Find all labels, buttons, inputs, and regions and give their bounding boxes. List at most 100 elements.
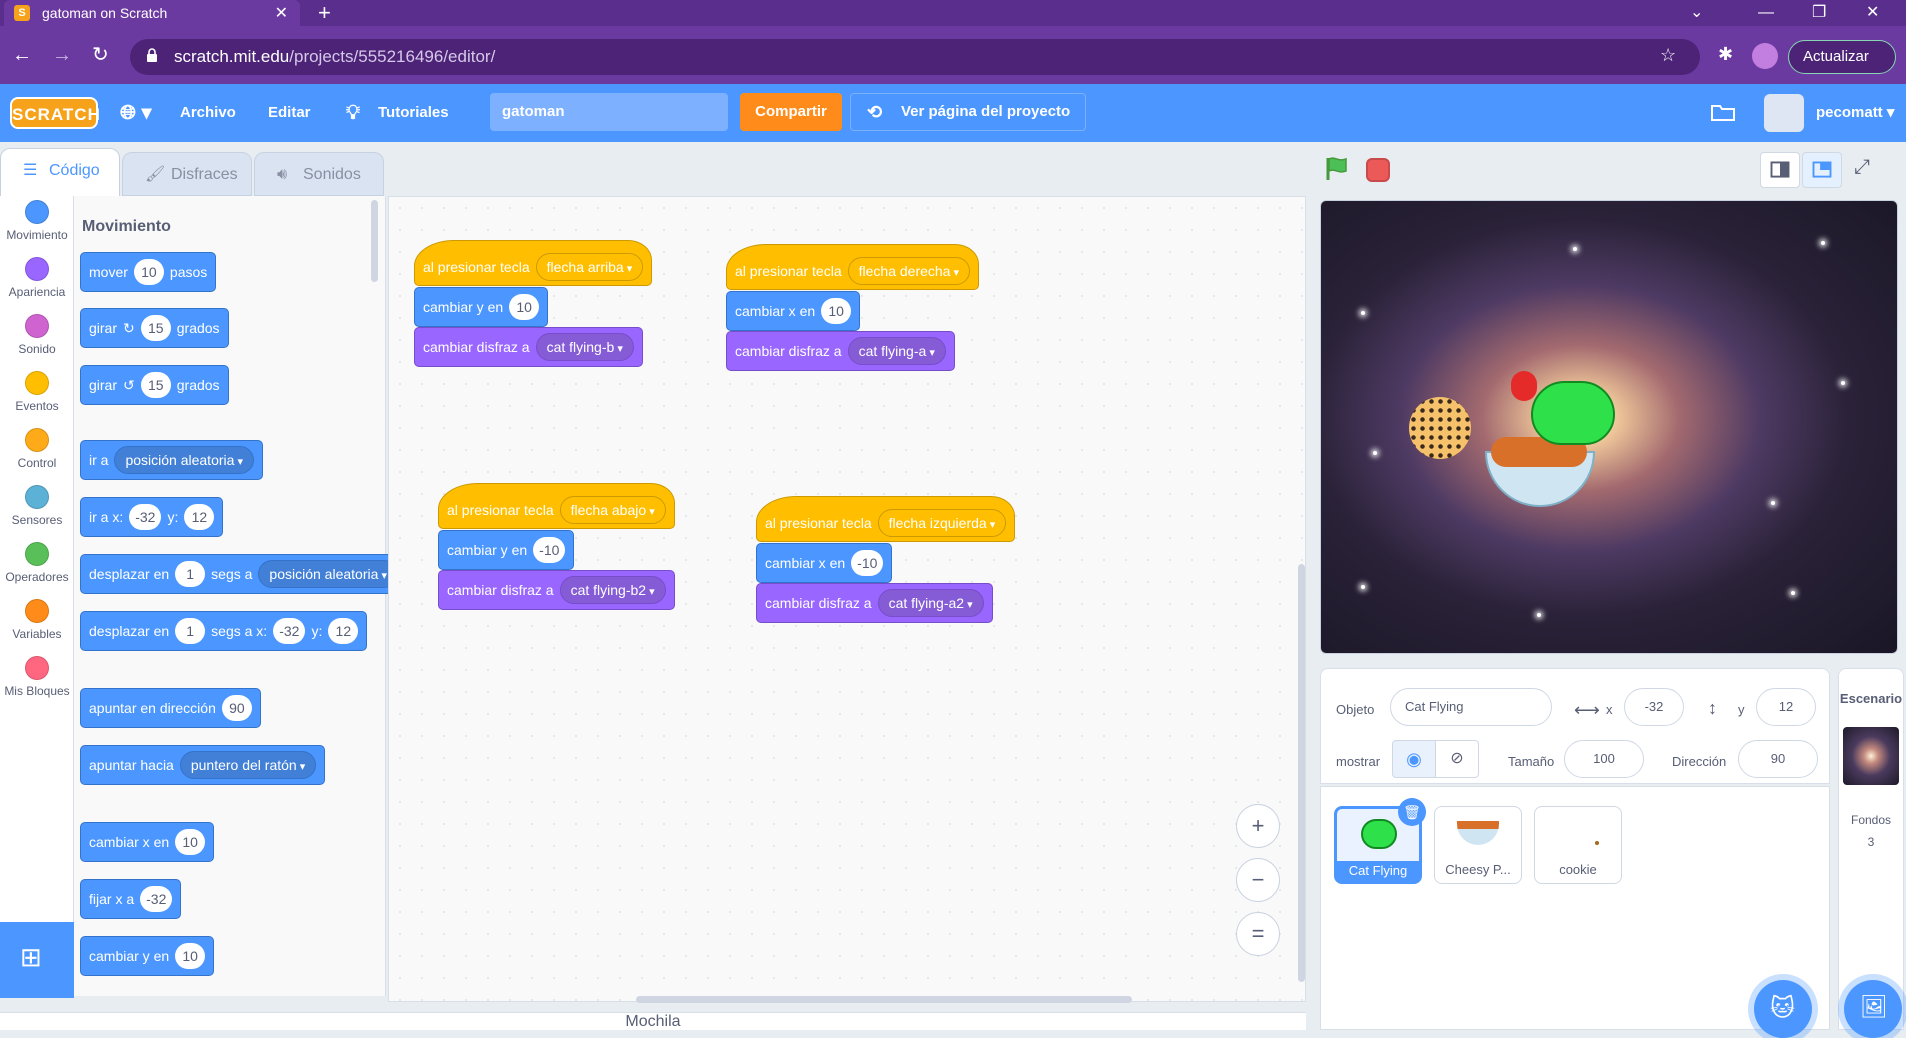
minimize-icon[interactable]: — <box>1758 0 1774 26</box>
block-input[interactable]: 10 <box>133 259 164 285</box>
block-input[interactable]: -10 <box>851 550 884 576</box>
trash-icon[interactable]: 🗑︎ <box>1398 798 1426 826</box>
add-extension-button[interactable]: ⊞ <box>0 922 74 998</box>
cookie-sprite[interactable] <box>1409 397 1471 459</box>
green-flag-icon[interactable] <box>1324 156 1350 182</box>
hat-key-pressed-up[interactable]: al presionar tecla flecha arriba <box>414 240 653 286</box>
sprite-tile-cheesy-puffs[interactable]: Cheesy P... <box>1434 806 1522 884</box>
avatar[interactable] <box>1764 94 1804 132</box>
key-dropdown[interactable]: flecha izquierda <box>877 509 1007 537</box>
key-dropdown[interactable]: flecha abajo <box>559 496 666 524</box>
layout-large-icon[interactable] <box>1802 152 1842 188</box>
eye-off-icon[interactable]: ⊘ <box>1435 740 1479 778</box>
block-dropdown[interactable]: posición aleatoria <box>258 560 398 588</box>
tab-search-icon[interactable]: ⌄ <box>1690 0 1703 26</box>
block-input[interactable]: 10 <box>509 294 540 320</box>
menu-tutoriales[interactable]: Tutoriales <box>378 84 449 142</box>
hat-key-pressed-down[interactable]: al presionar tecla flecha abajo <box>438 483 675 529</box>
block-set-x[interactable]: fijar x a -32 <box>80 879 182 919</box>
block-input[interactable]: 10 <box>175 943 206 969</box>
block-input[interactable]: -10 <box>533 537 566 563</box>
block-change-x-script[interactable]: cambiar x en 10 <box>726 291 861 331</box>
block-dropdown[interactable]: posición aleatoria <box>114 446 254 474</box>
backdrop-thumbnail[interactable] <box>1843 727 1899 785</box>
extensions-icon[interactable]: ✱ <box>1718 44 1733 65</box>
scratch-logo[interactable]: SCRATCH <box>10 97 100 129</box>
layout-small-icon[interactable] <box>1760 152 1800 188</box>
block-input[interactable]: -32 <box>140 886 173 912</box>
project-title-input[interactable]: gatoman <box>490 93 728 131</box>
block-glide-xy[interactable]: desplazar en 1 segs a x: -32 y: 12 <box>80 611 368 651</box>
block-switch-costume[interactable]: cambiar disfraz a cat flying-b2 <box>438 570 675 610</box>
browser-profile-avatar[interactable] <box>1752 43 1778 69</box>
workspace-vertical-scrollbar[interactable] <box>1298 564 1305 982</box>
browser-tab[interactable]: S gatoman on Scratch ✕ <box>4 0 300 26</box>
costume-dropdown[interactable]: cat flying-a2 <box>877 589 984 617</box>
zoom-in-button[interactable]: + <box>1236 804 1280 848</box>
bookmark-star-icon[interactable]: ☆ <box>1660 45 1676 66</box>
block-point-towards[interactable]: apuntar hacia puntero del ratón <box>80 745 326 785</box>
block-turn-right[interactable]: girar ↻ 15 grados <box>80 308 229 348</box>
see-project-page-button[interactable]: ⟲ Ver página del proyecto <box>850 93 1086 131</box>
close-tab-icon[interactable]: ✕ <box>275 3 288 23</box>
close-window-icon[interactable]: ✕ <box>1866 0 1879 26</box>
category-mis-bloques[interactable]: Mis Bloques <box>0 656 74 698</box>
block-input[interactable]: 10 <box>821 298 852 324</box>
block-input[interactable]: -32 <box>129 504 162 530</box>
zoom-out-button[interactable]: − <box>1236 858 1280 902</box>
tab-sounds[interactable]: 🔊︎ Sonidos <box>254 152 384 196</box>
menu-archivo[interactable]: Archivo <box>180 84 236 142</box>
back-icon[interactable]: ← <box>12 44 32 67</box>
block-switch-costume[interactable]: cambiar disfraz a cat flying-a2 <box>756 583 993 623</box>
block-change-y-script[interactable]: cambiar y en 10 <box>414 287 549 327</box>
direction-input[interactable]: 90 <box>1738 740 1818 778</box>
hat-key-pressed-left[interactable]: al presionar tecla flecha izquierda <box>756 496 1016 542</box>
category-apariencia[interactable]: Apariencia <box>0 257 74 299</box>
category-control[interactable]: Control <box>0 428 74 470</box>
block-input[interactable]: 10 <box>175 829 206 855</box>
workspace-horizontal-scrollbar[interactable] <box>636 996 1132 1003</box>
add-sprite-icon[interactable]: 🐱︎ <box>1754 980 1812 1038</box>
block-switch-costume[interactable]: cambiar disfraz a cat flying-b <box>414 327 643 367</box>
palette-scrollbar[interactable] <box>371 200 378 282</box>
update-browser-button[interactable]: Actualizar <box>1788 40 1896 74</box>
category-sensores[interactable]: Sensores <box>0 485 74 527</box>
block-dropdown[interactable]: puntero del ratón <box>179 751 317 779</box>
block-point-direction[interactable]: apuntar en dirección 90 <box>80 688 261 728</box>
category-variables[interactable]: Variables <box>0 599 74 641</box>
block-input[interactable]: 12 <box>328 618 359 644</box>
cat-flying-sprite[interactable] <box>1531 381 1615 445</box>
category-operadores[interactable]: Operadores <box>0 542 74 584</box>
stop-icon[interactable] <box>1366 158 1390 182</box>
tab-code[interactable]: ☰ Código <box>0 148 120 196</box>
folder-icon[interactable] <box>1710 102 1736 122</box>
category-sonido[interactable]: Sonido <box>0 314 74 356</box>
username-menu[interactable]: pecomatt ▾ <box>1816 84 1894 142</box>
costume-dropdown[interactable]: cat flying-b <box>535 333 634 361</box>
globe-icon[interactable]: 🌐︎ ▾ <box>120 84 152 142</box>
block-input[interactable]: 1 <box>175 561 206 587</box>
key-dropdown[interactable]: flecha arriba <box>535 253 644 281</box>
zoom-reset-button[interactable]: = <box>1236 912 1280 956</box>
block-goto-xy[interactable]: ir a x: -32 y: 12 <box>80 497 224 537</box>
reload-icon[interactable]: ↻ <box>92 42 109 67</box>
block-change-x-script[interactable]: cambiar x en -10 <box>756 543 893 583</box>
add-backdrop-icon[interactable]: 🖼︎ <box>1844 980 1902 1038</box>
menu-editar[interactable]: Editar <box>268 84 311 142</box>
block-change-y[interactable]: cambiar y en 10 <box>80 936 215 976</box>
size-input[interactable]: 100 <box>1564 740 1644 778</box>
share-button[interactable]: Compartir <box>740 93 842 131</box>
block-input[interactable]: 90 <box>221 695 252 721</box>
block-switch-costume[interactable]: cambiar disfraz a cat flying-a <box>726 331 955 371</box>
stage-canvas[interactable] <box>1320 200 1898 654</box>
hat-key-pressed-right[interactable]: al presionar tecla flecha derecha <box>726 244 980 290</box>
category-eventos[interactable]: Eventos <box>0 371 74 413</box>
costume-dropdown[interactable]: cat flying-b2 <box>559 576 666 604</box>
key-dropdown[interactable]: flecha derecha <box>847 257 971 285</box>
costume-dropdown[interactable]: cat flying-a <box>847 337 946 365</box>
block-change-x[interactable]: cambiar x en 10 <box>80 822 215 862</box>
sprite-tile-cookie[interactable]: cookie <box>1534 806 1622 884</box>
category-movimiento[interactable]: Movimiento <box>0 200 74 242</box>
block-input[interactable]: 15 <box>140 372 171 398</box>
block-move-steps[interactable]: mover 10 pasos <box>80 252 217 292</box>
